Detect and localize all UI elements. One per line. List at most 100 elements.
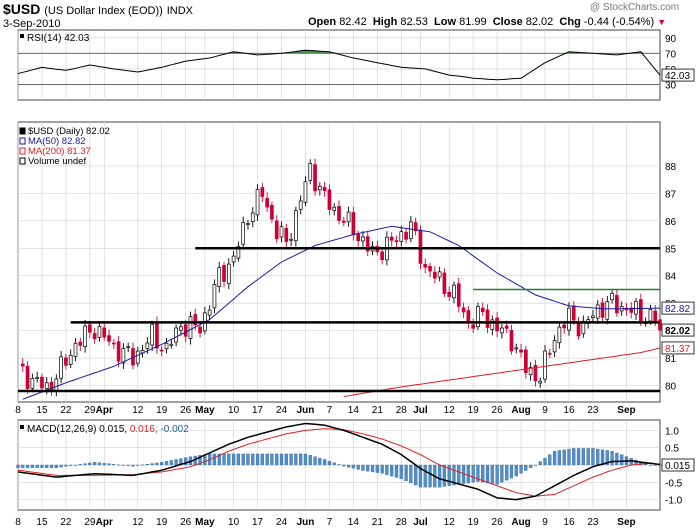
macd-x-tick-label: Aug bbox=[511, 517, 530, 528]
candle-body bbox=[241, 222, 246, 245]
price-x-tick-label: Aug bbox=[511, 405, 530, 416]
macd-histogram-bar bbox=[112, 464, 116, 466]
price-x-tick-label: Jul bbox=[413, 405, 428, 416]
candle-body bbox=[294, 210, 298, 242]
price-legend-swatch bbox=[19, 127, 26, 135]
candle-body bbox=[476, 306, 480, 328]
candle-body bbox=[514, 347, 519, 350]
macd-x-tick-label: 17 bbox=[252, 517, 264, 528]
macd-histogram-bar bbox=[471, 464, 475, 483]
macd-last-label: 0.015 bbox=[665, 461, 690, 472]
price-x-tick-label: 26 bbox=[180, 405, 192, 416]
macd-histogram-bar bbox=[160, 462, 164, 466]
macd-histogram-bar bbox=[423, 464, 427, 488]
candle-body bbox=[179, 326, 183, 331]
price-x-tick-label: Jun bbox=[297, 405, 315, 416]
candle-body bbox=[64, 357, 68, 366]
macd-histogram-bar bbox=[308, 455, 312, 466]
candle-body bbox=[30, 378, 35, 389]
macd-x-tick-label: 10 bbox=[228, 517, 240, 528]
macd-histogram-bar bbox=[313, 456, 317, 466]
price-y-tick-label: 87 bbox=[665, 189, 677, 200]
candle-body bbox=[495, 317, 499, 332]
rsi-panel-frame bbox=[17, 29, 661, 101]
macd-legend-hist: -0.002 bbox=[160, 424, 189, 435]
macd-histogram-bar bbox=[442, 464, 447, 487]
price-x-tick-label: 12 bbox=[132, 405, 144, 416]
macd-histogram-bar bbox=[318, 457, 322, 466]
macd-histogram-bar bbox=[538, 461, 542, 466]
macd-histogram-bar bbox=[54, 464, 58, 468]
candle-body bbox=[92, 333, 97, 340]
macd-histogram-bar bbox=[428, 464, 432, 488]
candle-body bbox=[547, 352, 552, 355]
macd-histogram-bar bbox=[653, 464, 657, 466]
macd-histogram-bar bbox=[610, 451, 614, 466]
macd-legend-signal: 0.016, bbox=[130, 424, 161, 435]
candle-body bbox=[423, 263, 428, 268]
macd-y-tick-label: -1.0 bbox=[665, 496, 683, 507]
macd-histogram-bar bbox=[533, 464, 538, 466]
candle-body bbox=[389, 236, 394, 241]
candle-body bbox=[615, 295, 619, 314]
candle-body bbox=[600, 302, 605, 318]
candle-body bbox=[274, 220, 279, 240]
candle-body bbox=[35, 377, 39, 380]
candle-body bbox=[351, 212, 356, 236]
candle-body bbox=[480, 307, 485, 312]
macd-histogram-bar bbox=[107, 463, 111, 466]
candle-body bbox=[59, 356, 63, 379]
candle-body bbox=[361, 236, 365, 242]
macd-x-tick-label: Apr bbox=[96, 517, 113, 528]
macd-x-tick-label: 24 bbox=[276, 517, 288, 528]
price-x-tick-label: 28 bbox=[396, 405, 408, 416]
candle-body bbox=[150, 324, 154, 346]
price-y-tick-label: 80 bbox=[665, 382, 677, 393]
macd-histogram-bar bbox=[543, 457, 547, 466]
macd-histogram-bar bbox=[591, 448, 595, 466]
macd-histogram-bar bbox=[375, 464, 379, 473]
price-y-tick-label: 86 bbox=[665, 217, 677, 228]
candle-body bbox=[418, 229, 423, 264]
price-x-tick-label: 12 bbox=[444, 405, 456, 416]
price-x-tick-label: 23 bbox=[587, 405, 599, 416]
macd-legend: MACD(12,26,9) 0.015, 0.016, -0.002 bbox=[27, 424, 189, 435]
candle-body bbox=[485, 309, 490, 328]
price-x-tick-label: May bbox=[195, 405, 215, 416]
macd-y-tick-label: 1.0 bbox=[665, 426, 679, 437]
macd-y-tick-label: 0.5 bbox=[665, 444, 679, 455]
macd-histogram-bar bbox=[73, 464, 78, 466]
macd-histogram-bar bbox=[136, 464, 140, 466]
macd-x-tick-label: 9 bbox=[542, 517, 548, 528]
macd-histogram-bar bbox=[380, 464, 384, 474]
price-y-tick-label: 85 bbox=[665, 244, 677, 255]
candle-body bbox=[543, 350, 547, 380]
macd-histogram-bar bbox=[155, 462, 159, 466]
candle-body bbox=[567, 307, 571, 331]
macd-histogram-bar bbox=[260, 453, 264, 466]
macd-histogram-bar bbox=[35, 464, 39, 468]
macd-histogram-bar bbox=[327, 460, 332, 466]
price-x-tick-label: 16 bbox=[563, 405, 575, 416]
macd-histogram-bar bbox=[97, 462, 102, 466]
macd-histogram-bar bbox=[399, 464, 403, 479]
candle-body bbox=[121, 348, 126, 364]
candle-body bbox=[639, 299, 643, 322]
candle-body bbox=[432, 271, 437, 279]
macd-histogram-bar bbox=[169, 460, 173, 466]
candle-body bbox=[279, 226, 284, 238]
candle-body bbox=[313, 164, 317, 192]
candle-body bbox=[634, 300, 638, 315]
macd-histogram-bar bbox=[116, 464, 121, 466]
candle-body bbox=[255, 189, 260, 216]
price-x-tick-label: Apr bbox=[96, 405, 113, 416]
macd-histogram-bar bbox=[294, 453, 298, 466]
macd-histogram-bar bbox=[576, 448, 581, 466]
candle-body bbox=[83, 325, 87, 347]
macd-histogram-bar bbox=[241, 453, 245, 466]
candle-body bbox=[111, 342, 116, 345]
price-x-tick-label: 8 bbox=[15, 405, 21, 416]
macd-histogram-bar bbox=[231, 453, 236, 466]
candle-body bbox=[591, 315, 595, 318]
candle-body bbox=[571, 305, 576, 321]
